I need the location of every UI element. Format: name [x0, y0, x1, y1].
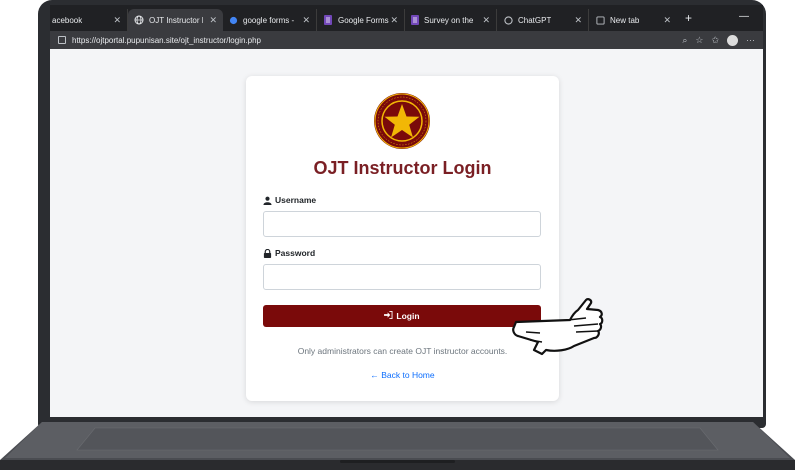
- hand-pointer-icon: [512, 298, 604, 356]
- tab-new-tab[interactable]: New tab ✕: [589, 9, 677, 31]
- site-info-icon[interactable]: [58, 36, 66, 44]
- browser-tab-bar: acebook ✕ OJT Instructor Log ✕ google fo…: [50, 5, 763, 31]
- profile-avatar[interactable]: [727, 34, 738, 46]
- close-icon[interactable]: ✕: [574, 15, 582, 26]
- tab-label: New tab: [610, 15, 640, 25]
- back-to-home-link[interactable]: ← Back to Home: [246, 370, 559, 380]
- tab-survey[interactable]: Survey on the Dev ✕: [405, 9, 497, 31]
- close-icon[interactable]: ✕: [113, 15, 121, 26]
- tab-ojt-instructor-login[interactable]: OJT Instructor Log ✕: [128, 9, 223, 31]
- search-icon: [229, 15, 238, 25]
- tab-label: ChatGPT: [518, 15, 552, 25]
- password-label-text: Password: [275, 248, 316, 258]
- chatgpt-icon: [503, 15, 513, 25]
- forms-icon: [323, 15, 333, 25]
- close-icon[interactable]: ✕: [209, 15, 217, 26]
- tab-facebook[interactable]: acebook ✕: [50, 9, 128, 31]
- back-to-home-label: Back to Home: [381, 370, 435, 380]
- login-button-label: Login: [396, 311, 420, 321]
- tab-label: google forms - Sea: [243, 15, 296, 25]
- sign-in-icon: [384, 311, 393, 321]
- url-text[interactable]: https://ojtportal.pupunisan.site/ojt_ins…: [72, 36, 261, 45]
- favorite-star-icon[interactable]: ☆: [695, 34, 703, 46]
- tab-label: acebook: [52, 15, 83, 25]
- laptop-screen: acebook ✕ OJT Instructor Log ✕ google fo…: [50, 5, 763, 417]
- address-bar[interactable]: https://ojtportal.pupunisan.site/ojt_ins…: [50, 31, 763, 49]
- forms-icon: [411, 15, 419, 25]
- favorites-icon[interactable]: ✩: [711, 34, 719, 46]
- username-label-text: Username: [275, 195, 317, 205]
- password-label: Password: [263, 248, 315, 258]
- tab-label: OJT Instructor Log: [149, 15, 203, 25]
- username-label: Username: [263, 195, 316, 205]
- tab-google-forms[interactable]: Google Forms ✕: [317, 9, 405, 31]
- lock-icon: [263, 248, 272, 258]
- laptop-base: [0, 422, 795, 470]
- tab-google-search[interactable]: google forms - Sea ✕: [223, 9, 317, 31]
- minimize-icon[interactable]: —: [739, 11, 749, 22]
- tab-chatgpt[interactable]: ChatGPT ✕: [497, 9, 589, 31]
- username-input[interactable]: [263, 211, 541, 237]
- tab-label: Survey on the Dev: [424, 15, 476, 25]
- close-icon[interactable]: ✕: [390, 15, 398, 26]
- login-button[interactable]: Login: [263, 305, 541, 327]
- password-input[interactable]: [263, 264, 541, 290]
- web-page: OJT Instructor Login Username Password L…: [50, 49, 763, 417]
- page-title: OJT Instructor Login: [313, 158, 492, 178]
- arrow-left-icon: ←: [370, 370, 379, 380]
- close-icon[interactable]: ✕: [663, 15, 671, 26]
- university-seal-logo: [374, 93, 430, 149]
- more-options-icon[interactable]: ···: [746, 34, 755, 46]
- laptop-mockup: acebook ✕ OJT Instructor Log ✕ google fo…: [0, 0, 795, 473]
- globe-icon: [134, 15, 144, 25]
- close-icon[interactable]: ✕: [302, 15, 310, 26]
- tab-label: Google Forms: [338, 15, 389, 25]
- user-icon: [263, 196, 272, 205]
- new-tab-button[interactable]: +: [685, 11, 692, 25]
- newtab-icon: [595, 15, 605, 25]
- address-bar-actions: ⌕ ☆ ✩ ···: [682, 34, 755, 46]
- close-icon[interactable]: ✕: [482, 15, 490, 26]
- search-icon[interactable]: ⌕: [682, 34, 687, 46]
